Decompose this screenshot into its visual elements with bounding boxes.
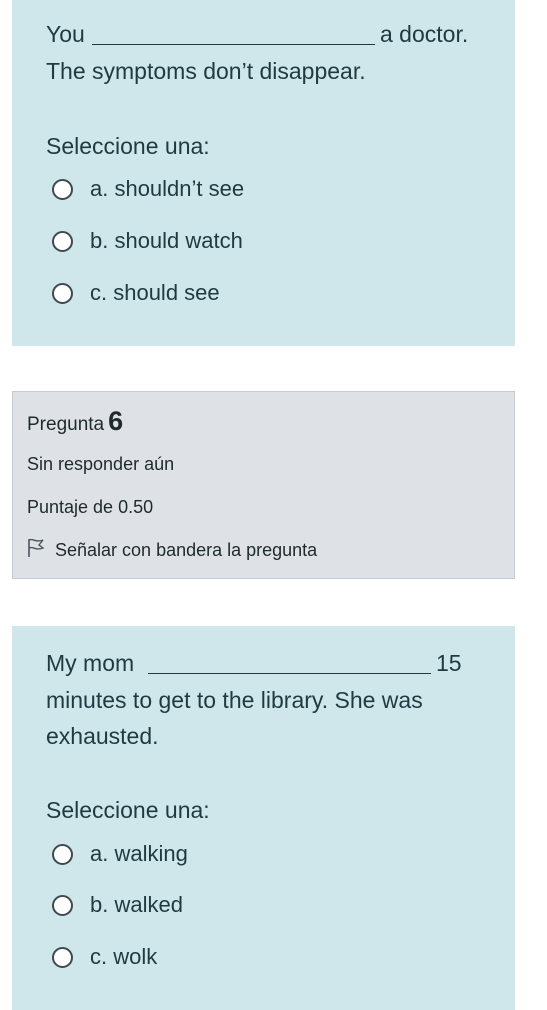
option-label: b. walked [90, 892, 183, 917]
question-5-text-line2: The symptoms don’t disappear. [46, 58, 366, 84]
quiz-page: You a doctor. The symptoms don’t disappe… [0, 0, 547, 1010]
option-label: a. shouldn’t see [90, 176, 245, 201]
question-6-text-line2: minutes to get to the library. She was [46, 687, 423, 713]
question-5-text-start: You [46, 21, 85, 47]
question-6-blank [148, 673, 431, 674]
question-6-option-c[interactable]: c. wolk [52, 939, 157, 975]
option-label: c. wolk [90, 944, 158, 969]
question-score: Puntaje de 0.50 [27, 497, 154, 517]
question-6-text-end: 15 [436, 650, 462, 676]
flag-outline-icon [27, 538, 55, 563]
radio-button[interactable] [52, 894, 73, 916]
question-status: Sin responder aún [27, 454, 175, 474]
question-6-text-start: My mom [46, 650, 135, 676]
question-6-option-a[interactable]: a. walking [52, 836, 188, 872]
question-6-info: Pregunta 6 Sin responder aún Puntaje de 0… [12, 391, 515, 579]
radio-button[interactable] [52, 178, 73, 200]
question-6-text-line3: exhausted. [46, 723, 159, 749]
flag-question-label: Señalar con bandera la pregunta [55, 540, 318, 560]
question-6-prompt: Seleccione una: [46, 797, 210, 823]
option-label: a. walking [90, 841, 188, 866]
question-5-formulation: You a doctor. The symptoms don’t disappe… [12, 0, 515, 346]
radio-button[interactable] [52, 946, 73, 968]
question-5-prompt: Seleccione una: [46, 133, 210, 159]
radio-button[interactable] [52, 843, 73, 865]
question-5-option-c[interactable]: c. should see [52, 275, 220, 311]
option-label: c. should see [90, 280, 220, 305]
option-label: b. should watch [90, 228, 243, 253]
question-6-formulation: My mom 15 minutes to get to the library.… [12, 626, 515, 1010]
question-6-option-b[interactable]: b. walked [52, 887, 183, 923]
question-label: Pregunta [27, 414, 105, 435]
radio-button[interactable] [52, 230, 73, 252]
question-5-option-b[interactable]: b. should watch [52, 223, 243, 259]
question-number: Pregunta 6 [27, 406, 123, 437]
question-5-option-a[interactable]: a. shouldn’t see [52, 171, 244, 207]
radio-button[interactable] [52, 282, 73, 304]
flag-question-link[interactable]: Señalar con bandera la pregunta [27, 538, 317, 563]
question-5-text-end: a doctor. [380, 21, 469, 47]
question-number-value: 6 [108, 406, 124, 436]
question-5-blank [92, 44, 375, 45]
